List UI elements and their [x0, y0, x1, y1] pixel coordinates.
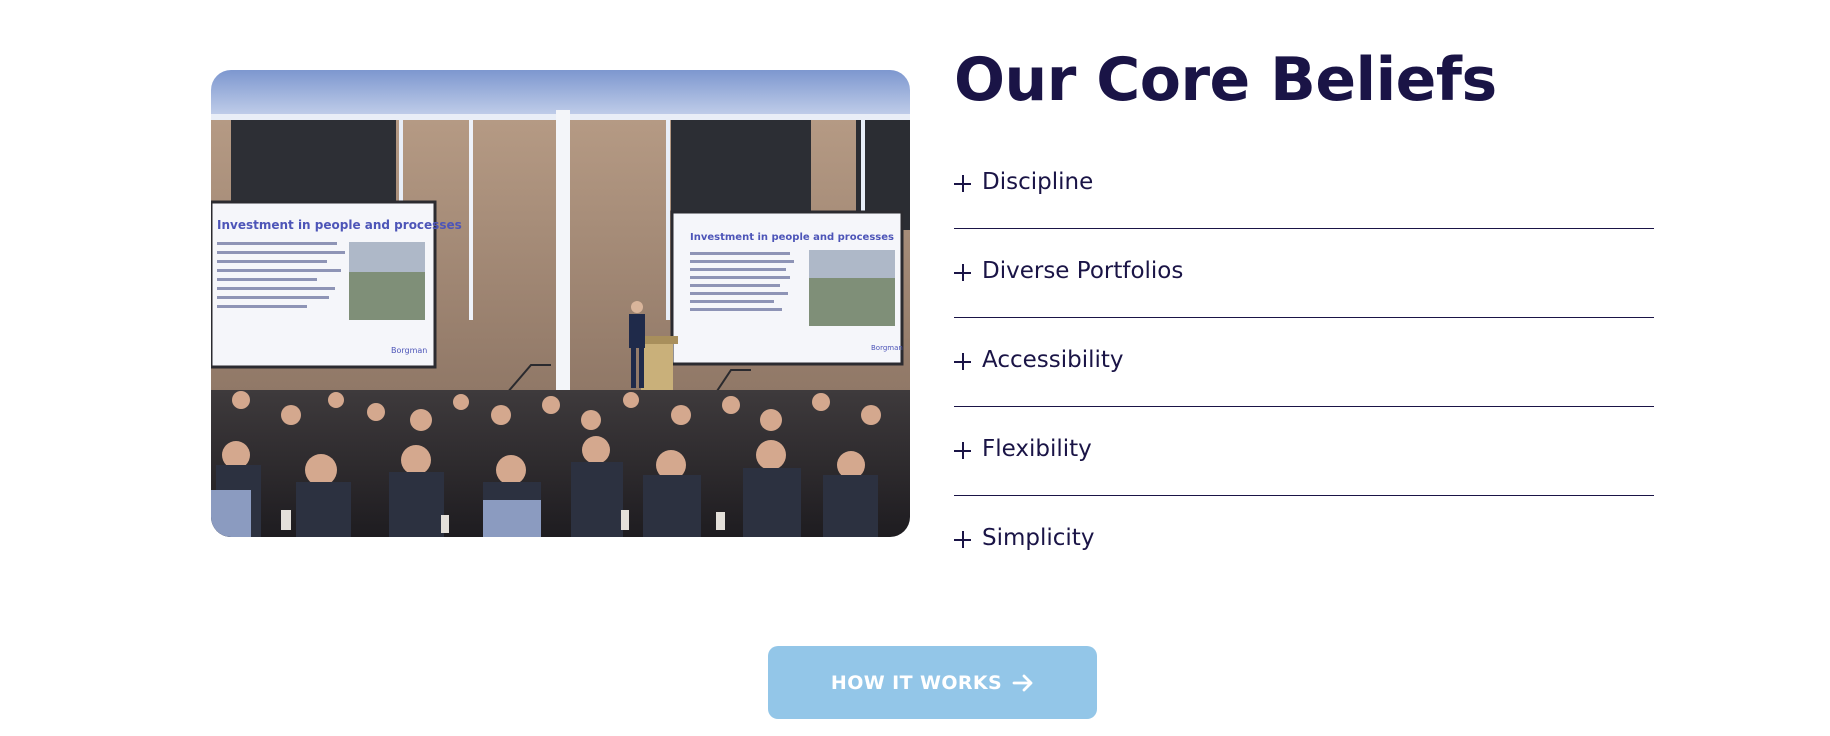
accordion-item-diverse-portfolios[interactable]: Diverse Portfolios: [954, 229, 1654, 319]
how-it-works-label: HOW IT WORKS: [830, 671, 1003, 694]
plus-icon: [954, 264, 971, 281]
accordion-item-label: Discipline: [982, 169, 1094, 195]
plus-icon: [954, 175, 971, 192]
conference-photo-illustration: Investment in people and processes Borgm…: [211, 70, 910, 537]
right-screen-brand: Borgman: [871, 344, 903, 352]
right-screen-heading: Investment in people and processes: [690, 232, 894, 243]
section-title: Our Core Beliefs: [954, 45, 1497, 115]
accordion-item-label: Accessibility: [982, 347, 1124, 373]
accordion-item-accessibility[interactable]: Accessibility: [954, 318, 1654, 408]
accordion-item-label: Simplicity: [982, 525, 1095, 551]
accordion-item-label: Diverse Portfolios: [982, 258, 1184, 284]
accordion-item-simplicity[interactable]: Simplicity: [954, 496, 1654, 586]
plus-icon: [954, 353, 971, 370]
accordion-item-flexibility[interactable]: Flexibility: [954, 407, 1654, 497]
accordion-item-discipline[interactable]: Discipline: [954, 140, 1654, 230]
left-screen-heading: Investment in people and processes: [217, 218, 462, 232]
plus-icon: [954, 442, 971, 459]
plus-icon: [954, 531, 971, 548]
left-screen-brand: Borgman: [391, 346, 427, 355]
accordion-item-label: Flexibility: [982, 436, 1092, 462]
how-it-works-button[interactable]: HOW IT WORKS: [768, 646, 1097, 719]
arrow-right-icon: [1012, 674, 1033, 691]
conference-photo: Investment in people and processes Borgm…: [211, 70, 910, 537]
